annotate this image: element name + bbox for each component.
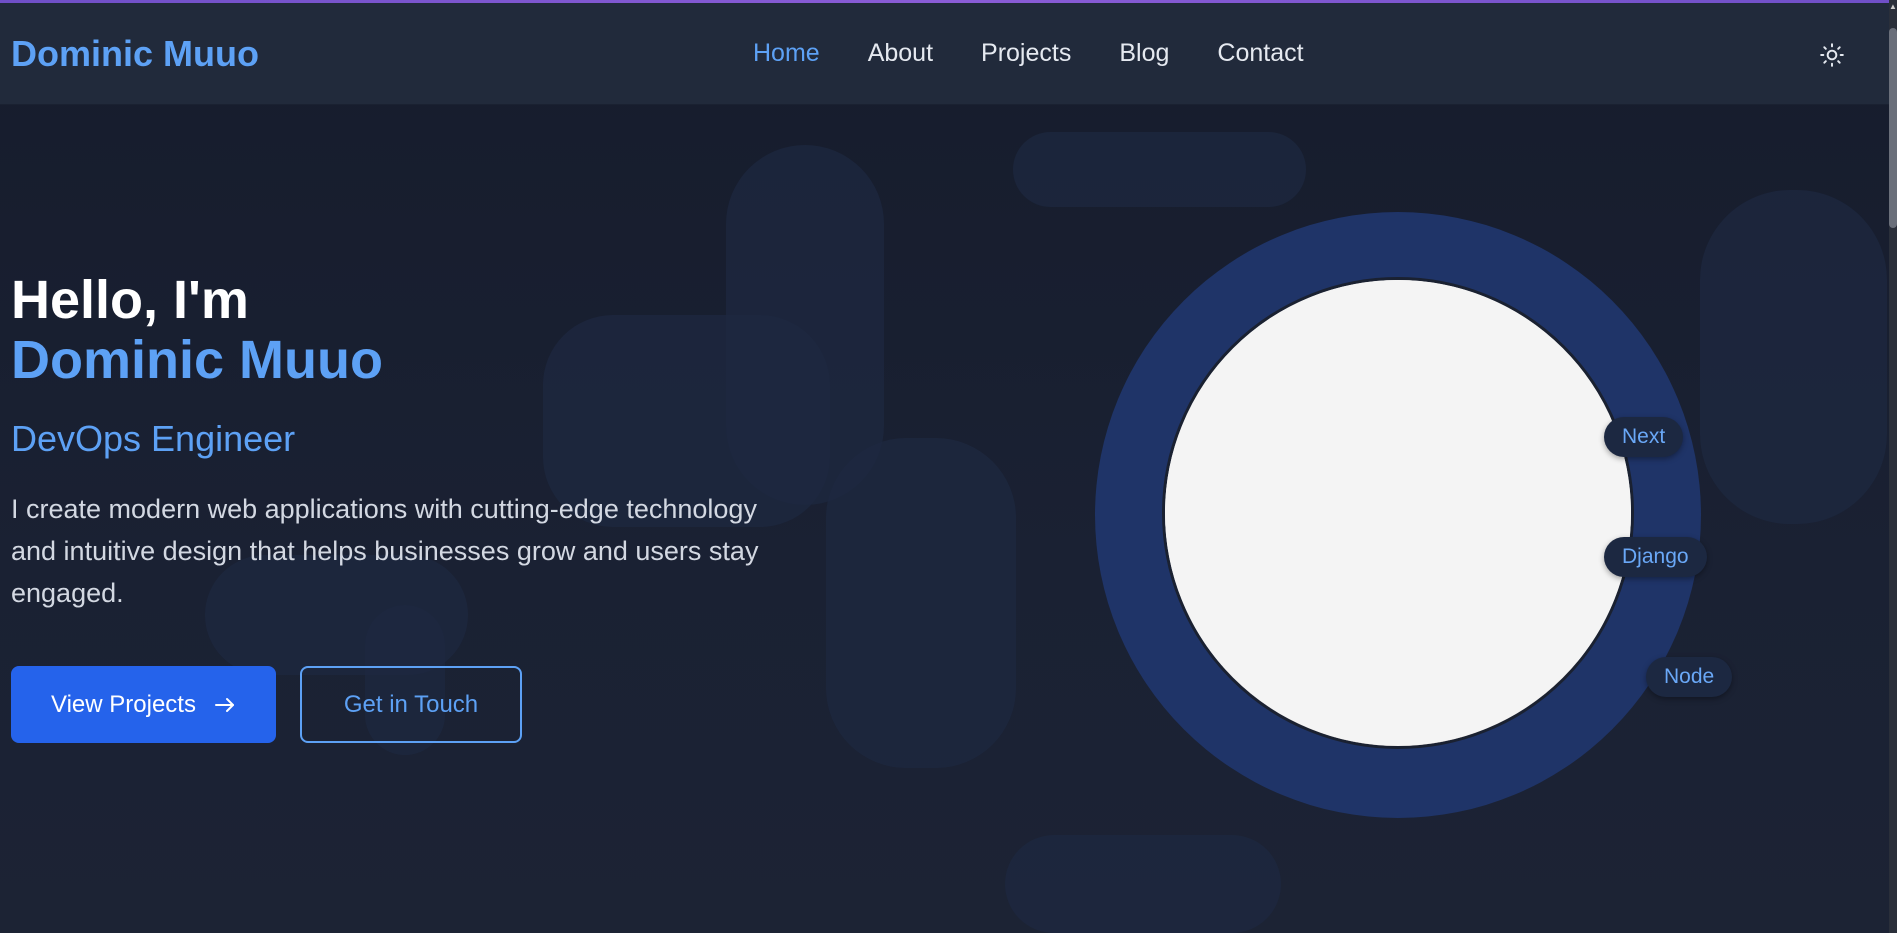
decor-shape xyxy=(1700,190,1887,524)
scroll-up-icon[interactable]: ▲ xyxy=(1889,2,1897,20)
hero-section: Hello, I'm Dominic Muuo DevOps Engineer … xyxy=(11,270,811,743)
profile-photo xyxy=(1162,277,1634,749)
theme-toggle-button[interactable] xyxy=(1818,41,1846,69)
get-in-touch-button[interactable]: Get in Touch xyxy=(300,666,522,743)
view-projects-button[interactable]: View Projects xyxy=(11,666,276,743)
main-nav: Home About Projects Blog Contact xyxy=(753,39,1304,68)
decor-shape xyxy=(1005,835,1281,933)
hero-intro: I create modern web applications with cu… xyxy=(11,494,759,608)
site-header: Dominic Muuo Home About Projects Blog Co… xyxy=(0,3,1890,105)
decor-shape xyxy=(826,438,1016,768)
tech-tag-django: Django xyxy=(1604,537,1707,577)
arrow-right-icon xyxy=(214,697,234,712)
page: Dominic Muuo Home About Projects Blog Co… xyxy=(0,0,1897,933)
page-scrollbar[interactable]: ▲ xyxy=(1889,0,1897,933)
decor-shape xyxy=(1013,132,1306,207)
brand-logo[interactable]: Dominic Muuo xyxy=(11,33,259,75)
hero-heading: Hello, I'm Dominic Muuo xyxy=(11,270,811,390)
hero-actions: View Projects Get in Touch xyxy=(11,666,811,743)
scrollbar-thumb[interactable] xyxy=(1889,28,1897,228)
hero-greeting: Hello, I'm xyxy=(11,270,249,330)
nav-contact[interactable]: Contact xyxy=(1217,39,1303,68)
view-projects-label: View Projects xyxy=(51,690,196,718)
hero-role: DevOps Engineer xyxy=(11,418,296,459)
nav-home[interactable]: Home xyxy=(753,39,820,68)
sun-icon xyxy=(1820,43,1844,67)
nav-about[interactable]: About xyxy=(868,39,933,68)
tech-tag-node: Node xyxy=(1646,657,1733,697)
hero-name: Dominic Muuo xyxy=(11,330,383,390)
nav-projects[interactable]: Projects xyxy=(981,39,1071,68)
nav-blog[interactable]: Blog xyxy=(1119,39,1169,68)
tech-tag-next: Next xyxy=(1604,417,1684,457)
